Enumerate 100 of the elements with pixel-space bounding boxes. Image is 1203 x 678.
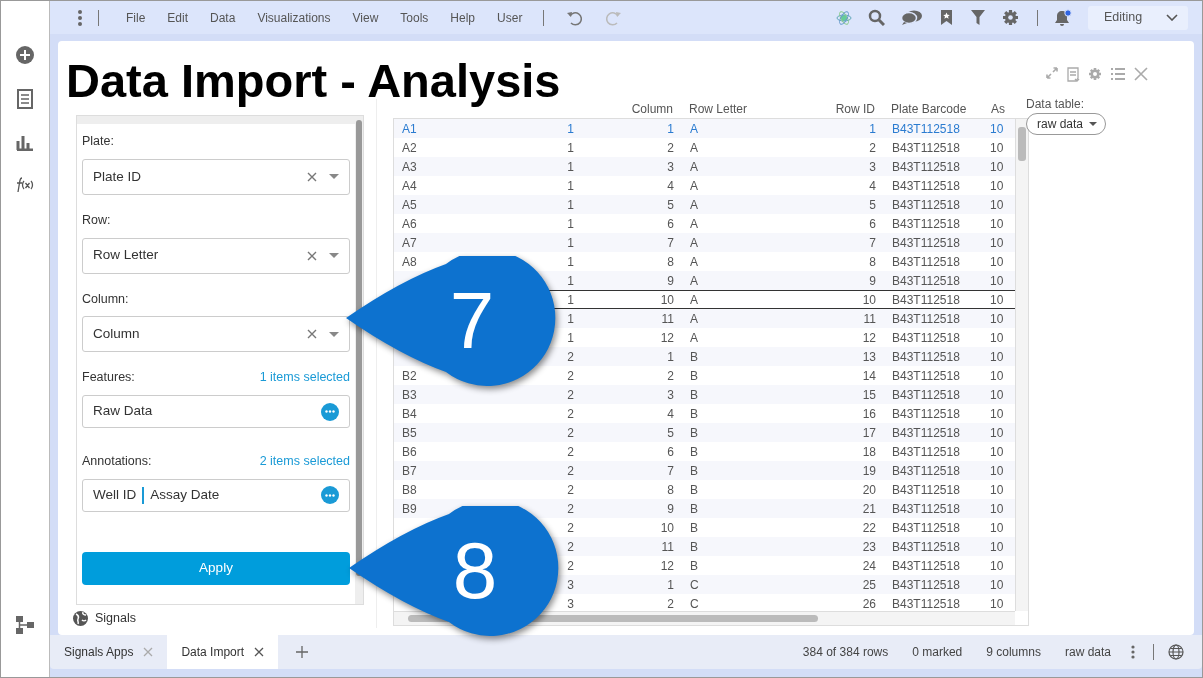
table-cell-text: A5 xyxy=(401,196,418,214)
caret-icon[interactable] xyxy=(329,331,339,337)
table-cell-text: 1 xyxy=(666,348,675,366)
undo-icon[interactable] xyxy=(566,9,583,26)
table-cell-text: B43T112518 xyxy=(891,481,961,499)
bar-chart-icon[interactable] xyxy=(16,133,34,151)
table-cell-text: 11 xyxy=(660,538,675,556)
table-cell-text: 26 xyxy=(861,595,877,611)
menu-item[interactable]: Data xyxy=(199,8,247,27)
table-cell-text: B43T112518 xyxy=(891,443,961,461)
table-cell-text: 2 xyxy=(566,367,575,385)
add-icon[interactable] xyxy=(296,646,309,658)
table-cell-text: B43T112518 xyxy=(891,310,961,328)
multi-select-field[interactable]: Well ID Assay Date xyxy=(82,478,350,512)
menu-item[interactable]: Tools xyxy=(389,8,440,27)
settings-icon[interactable] xyxy=(1088,67,1102,81)
table-cell-text: B xyxy=(689,386,699,404)
menu-item[interactable]: Help xyxy=(439,8,487,27)
table-cell-text: 1 xyxy=(868,120,877,138)
settings-icon[interactable] xyxy=(1002,9,1019,26)
table-cell-text: B xyxy=(689,519,699,537)
table-cell-text: 2 xyxy=(666,139,675,157)
scrollbar-thumb[interactable] xyxy=(356,120,362,576)
hierarchy-icon[interactable] xyxy=(15,615,35,635)
table-cell-text: 2 xyxy=(566,424,575,442)
table-cell-text: 4 xyxy=(666,177,675,195)
table-cell-text: 23 xyxy=(861,538,877,556)
select-field[interactable]: Column xyxy=(82,316,350,353)
document-tab[interactable]: Data Import xyxy=(167,635,279,669)
document-icon[interactable] xyxy=(17,89,33,109)
table-cell-text: 10 xyxy=(989,424,1005,442)
table-cell-text: B43T112518 xyxy=(891,196,961,214)
globe-icon[interactable] xyxy=(1168,644,1184,660)
column-header[interactable]: Row Letter xyxy=(681,99,785,118)
bookmark-icon[interactable] xyxy=(939,9,954,26)
column-header[interactable]: Row ID xyxy=(785,99,883,118)
clear-icon[interactable] xyxy=(307,171,317,182)
search-icon[interactable] xyxy=(868,9,885,26)
table-cell-text: 10 xyxy=(989,462,1005,480)
table-cell-text: 10 xyxy=(989,538,1005,556)
table-cell-text: 3 xyxy=(868,158,877,176)
table-cell-text: 10 xyxy=(989,348,1005,366)
caret-icon[interactable] xyxy=(329,253,339,258)
more-options-icon[interactable] xyxy=(321,486,339,505)
table-cell-text: 10 xyxy=(659,519,675,537)
table-cell-text: B43T112518 xyxy=(891,405,961,423)
table-cell-text: B43T112518 xyxy=(891,367,961,385)
mode-dropdown[interactable]: Editing xyxy=(1088,5,1188,30)
notification-icon[interactable] xyxy=(1054,8,1072,27)
table-cell-text: B43T112518 xyxy=(891,215,961,233)
more-icon[interactable] xyxy=(78,9,82,26)
add-icon[interactable] xyxy=(15,45,35,65)
select-field[interactable]: Row Letter xyxy=(82,237,350,274)
document-tab[interactable]: Signals Apps xyxy=(50,635,168,669)
column-header[interactable]: Column xyxy=(581,99,681,118)
select-field[interactable]: Plate ID xyxy=(82,158,350,195)
table-cell-text: A xyxy=(689,234,699,252)
table-cell-text: 1 xyxy=(566,310,575,328)
selected-value: Assay Date xyxy=(150,486,220,505)
menu-item[interactable]: User xyxy=(486,8,534,27)
more-icon[interactable] xyxy=(1131,645,1135,659)
menu-item[interactable]: View xyxy=(341,8,390,27)
filter-icon[interactable] xyxy=(970,9,986,26)
expand-icon[interactable] xyxy=(1046,67,1058,79)
status-text: 0 marked xyxy=(912,644,963,661)
clear-icon[interactable] xyxy=(307,250,317,261)
function-icon[interactable] xyxy=(15,175,35,193)
multi-select-field[interactable]: Raw Data xyxy=(82,395,350,428)
chat-icon[interactable] xyxy=(901,9,923,26)
close-icon[interactable] xyxy=(254,647,265,657)
table-cell-text: 18 xyxy=(861,443,877,461)
table-cell-text: A xyxy=(689,292,699,309)
caret-icon[interactable] xyxy=(329,174,339,180)
more-options-icon[interactable] xyxy=(321,402,339,421)
table-cell-text: 1 xyxy=(566,196,575,214)
table-cell-text: B43T112518 xyxy=(891,158,961,176)
table-cell-text: B8 xyxy=(401,481,418,499)
menu-item[interactable]: Edit xyxy=(156,8,200,27)
table-cell-text: 2 xyxy=(566,500,575,518)
table-cell-text: C xyxy=(689,595,700,611)
table-cell-text: 2 xyxy=(566,386,575,404)
scrollbar-thumb[interactable] xyxy=(1018,127,1026,161)
table-cell-text: 1 xyxy=(566,292,575,309)
table-cell-text: 3 xyxy=(666,158,675,176)
table-cell-text: 2 xyxy=(566,519,575,537)
list-icon[interactable] xyxy=(1110,67,1126,81)
column-header[interactable]: As xyxy=(983,99,1010,118)
selected-value: Raw Data xyxy=(93,402,153,421)
table-cell-text: 14 xyxy=(861,367,877,385)
table-cell-text: 2 xyxy=(868,139,877,157)
table-cell-text: 10 xyxy=(989,557,1005,575)
column-header[interactable]: Plate Barcode xyxy=(883,99,983,118)
clear-icon[interactable] xyxy=(307,329,317,340)
menu-item[interactable]: File xyxy=(115,8,157,27)
table-cell-text: 1 xyxy=(666,120,675,138)
caret-icon xyxy=(1089,122,1098,126)
menu-item[interactable]: Visualizations xyxy=(246,8,342,27)
table-cell-text: B43T112518 xyxy=(891,329,961,347)
data-table-dropdown[interactable]: raw data xyxy=(1026,113,1107,135)
field-label: Features: xyxy=(82,369,135,387)
